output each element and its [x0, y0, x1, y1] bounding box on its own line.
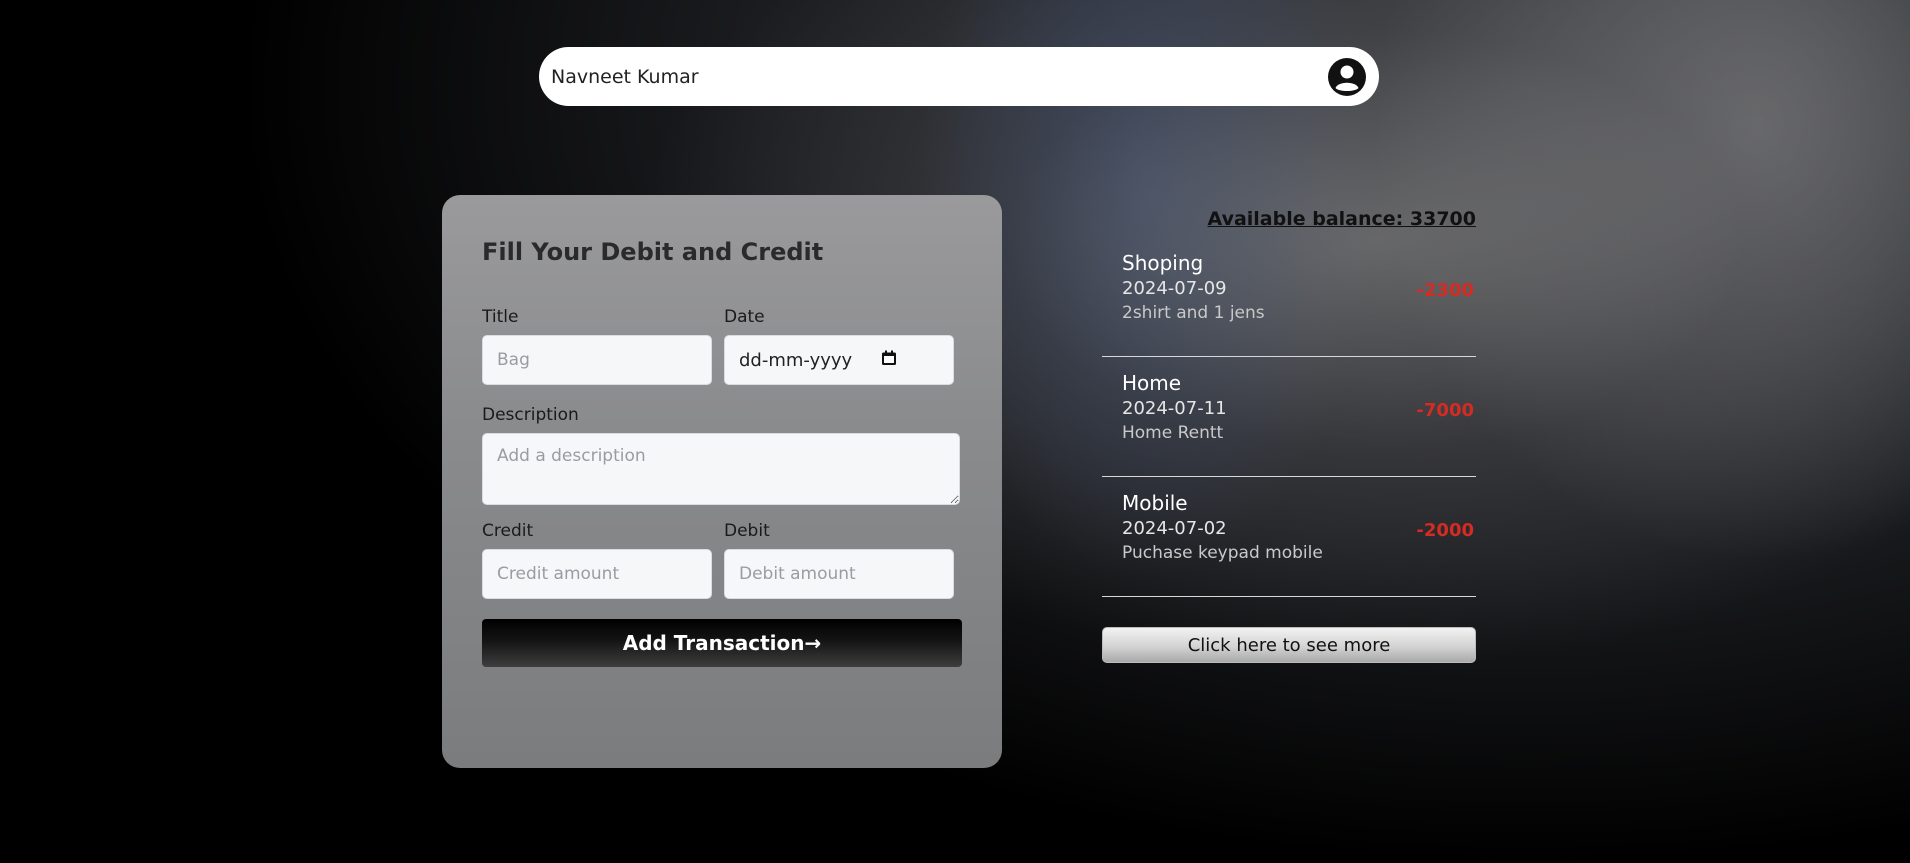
- description-field-group: Description: [482, 405, 962, 505]
- transaction-title: Shoping: [1122, 251, 1204, 275]
- transaction-amount: -2000: [1416, 520, 1474, 541]
- transaction-item: Home 2024-07-11 Home Rentt -7000: [1102, 357, 1476, 477]
- description-label: Description: [482, 405, 579, 425]
- title-field-group: Title: [482, 307, 712, 385]
- debit-input[interactable]: [724, 549, 954, 599]
- credit-field-group: Credit: [482, 521, 712, 599]
- credit-label: Credit: [482, 521, 534, 541]
- user-circle-icon[interactable]: [1327, 57, 1367, 97]
- date-placeholder: dd-mm-yyyy: [739, 349, 853, 371]
- date-label: Date: [724, 307, 765, 327]
- transactions-panel: Available balance: 33700 Shoping 2024-07…: [1102, 205, 1476, 663]
- transaction-item: Shoping 2024-07-09 2shirt and 1 jens -23…: [1102, 237, 1476, 357]
- transaction-title: Home: [1122, 371, 1182, 395]
- calendar-icon[interactable]: [881, 350, 897, 371]
- transaction-item: Mobile 2024-07-02 Puchase keypad mobile …: [1102, 477, 1476, 597]
- transaction-description: 2shirt and 1 jens: [1122, 303, 1265, 323]
- transaction-list: Shoping 2024-07-09 2shirt and 1 jens -23…: [1102, 237, 1476, 597]
- date-input[interactable]: dd-mm-yyyy: [724, 335, 954, 385]
- transaction-form-card: Fill Your Debit and Credit Title Date dd…: [442, 195, 1002, 768]
- form-title: Fill Your Debit and Credit: [482, 238, 824, 266]
- see-more-button[interactable]: Click here to see more: [1102, 627, 1476, 663]
- transaction-description: Home Rentt: [1122, 423, 1224, 443]
- transaction-title: Mobile: [1122, 491, 1188, 515]
- debit-field-group: Debit: [724, 521, 954, 599]
- date-field-group: Date dd-mm-yyyy: [724, 307, 954, 385]
- user-name: Navneet Kumar: [551, 65, 699, 88]
- add-transaction-button[interactable]: Add Transaction→: [482, 619, 962, 667]
- title-label: Title: [482, 307, 519, 327]
- transaction-description: Puchase keypad mobile: [1122, 543, 1323, 563]
- transaction-amount: -2300: [1416, 280, 1474, 301]
- debit-label: Debit: [724, 521, 770, 541]
- user-bar: Navneet Kumar: [539, 47, 1379, 106]
- available-balance: Available balance: 33700: [1207, 208, 1476, 230]
- description-input[interactable]: [482, 433, 960, 505]
- title-input[interactable]: [482, 335, 712, 385]
- transaction-amount: -7000: [1416, 400, 1474, 421]
- credit-input[interactable]: [482, 549, 712, 599]
